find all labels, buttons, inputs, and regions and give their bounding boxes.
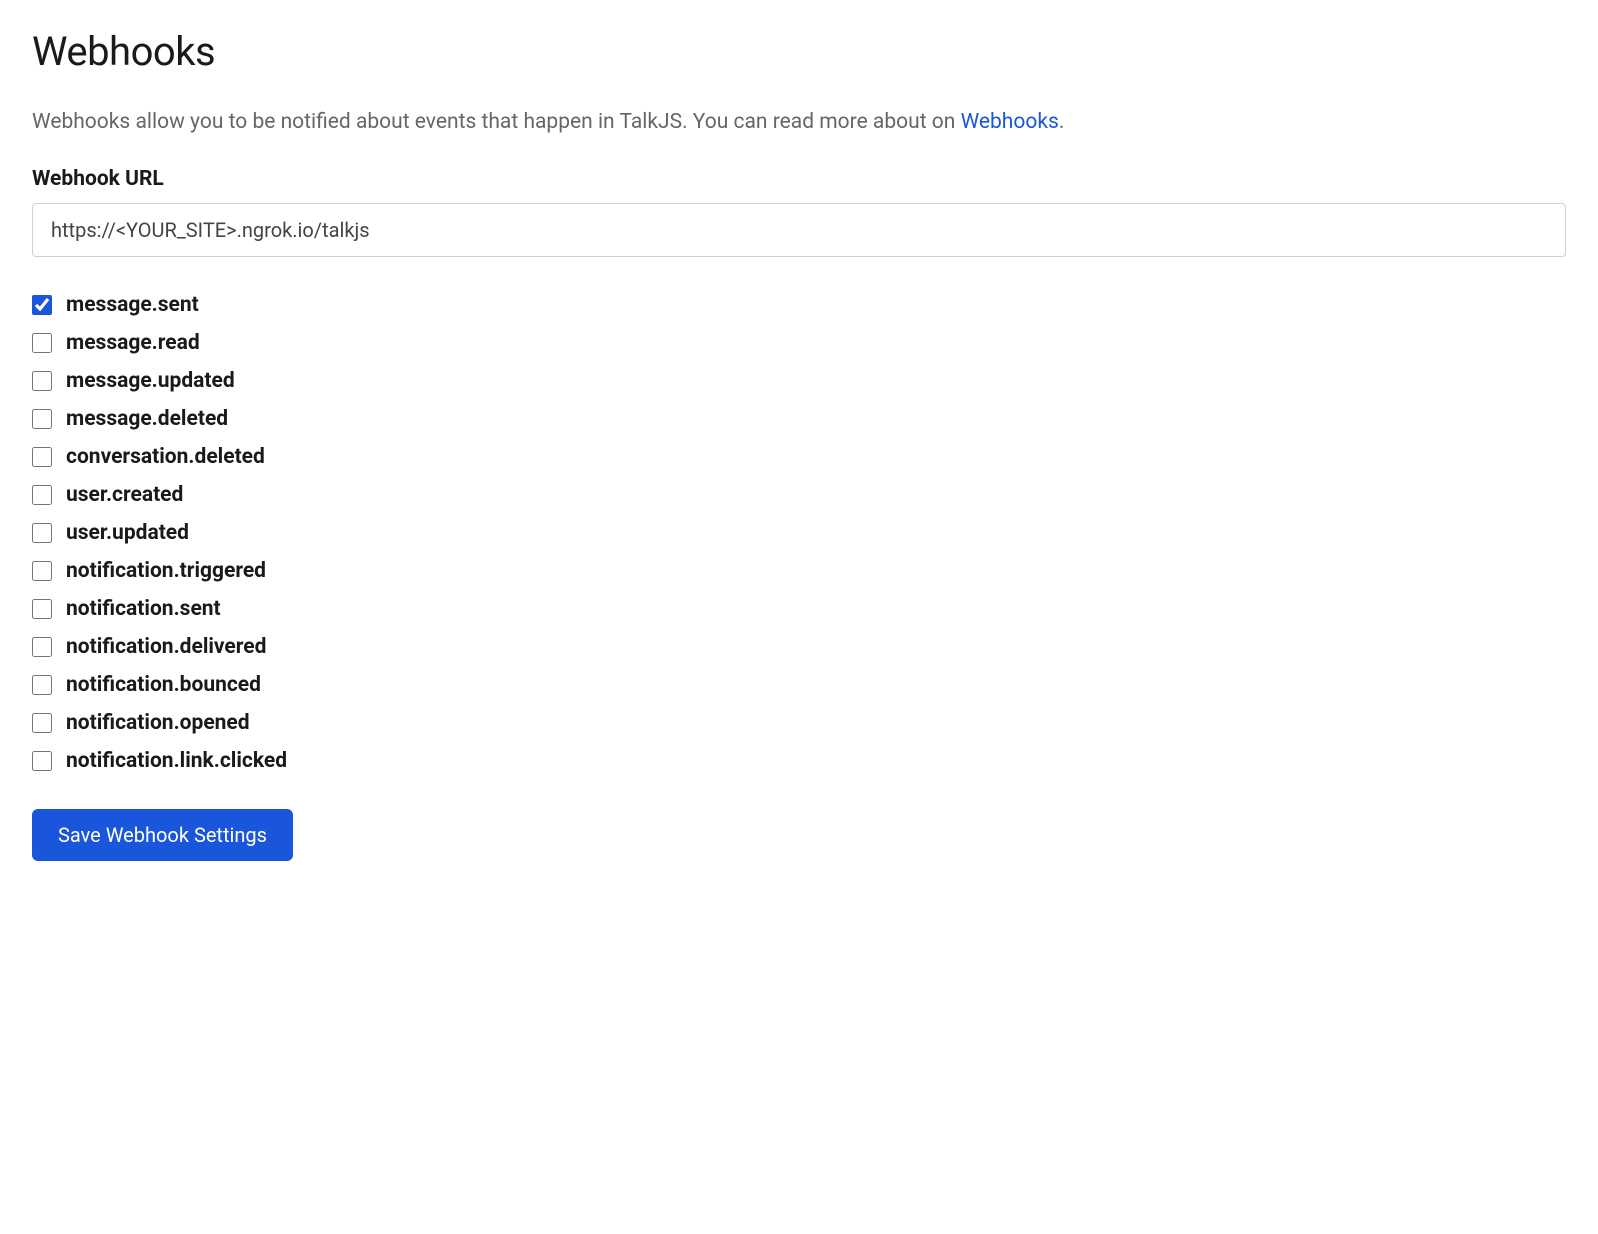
event-row: user.updated <box>32 521 1566 545</box>
event-checkbox-notification-bounced[interactable] <box>32 675 52 695</box>
event-row: notification.triggered <box>32 559 1566 583</box>
event-checkbox-notification-triggered[interactable] <box>32 561 52 581</box>
event-checkbox-message-updated[interactable] <box>32 371 52 391</box>
event-label[interactable]: message.sent <box>66 293 199 317</box>
event-label[interactable]: message.deleted <box>66 407 228 431</box>
event-row: notification.link.clicked <box>32 749 1566 773</box>
event-label[interactable]: user.created <box>66 483 183 507</box>
webhook-url-input[interactable] <box>32 203 1566 257</box>
event-row: notification.delivered <box>32 635 1566 659</box>
page-description: Webhooks allow you to be notified about … <box>32 107 1566 139</box>
event-checkbox-user-created[interactable] <box>32 485 52 505</box>
event-label[interactable]: notification.link.clicked <box>66 749 287 773</box>
event-checkbox-message-sent[interactable] <box>32 295 52 315</box>
event-label[interactable]: notification.triggered <box>66 559 266 583</box>
event-checkbox-notification-opened[interactable] <box>32 713 52 733</box>
event-row: notification.opened <box>32 711 1566 735</box>
event-checkbox-notification-delivered[interactable] <box>32 637 52 657</box>
event-label[interactable]: notification.delivered <box>66 635 266 659</box>
description-prefix: Webhooks allow you to be notified about … <box>32 110 961 134</box>
event-checkbox-notification-link-clicked[interactable] <box>32 751 52 771</box>
event-label[interactable]: notification.opened <box>66 711 250 735</box>
event-row: message.deleted <box>32 407 1566 431</box>
event-label[interactable]: conversation.deleted <box>66 445 265 469</box>
event-row: message.sent <box>32 293 1566 317</box>
event-row: message.read <box>32 331 1566 355</box>
event-checkbox-message-read[interactable] <box>32 333 52 353</box>
save-webhook-settings-button[interactable]: Save Webhook Settings <box>32 809 293 861</box>
event-checkbox-message-deleted[interactable] <box>32 409 52 429</box>
event-checkbox-user-updated[interactable] <box>32 523 52 543</box>
description-suffix: . <box>1059 110 1065 134</box>
event-checkbox-conversation-deleted[interactable] <box>32 447 52 467</box>
page-title: Webhooks <box>32 28 1566 75</box>
webhook-url-label: Webhook URL <box>32 167 1566 191</box>
event-label[interactable]: notification.sent <box>66 597 221 621</box>
event-row: conversation.deleted <box>32 445 1566 469</box>
event-row: message.updated <box>32 369 1566 393</box>
event-row: notification.sent <box>32 597 1566 621</box>
webhook-events-list: message.sent message.read message.updated m… <box>32 293 1566 773</box>
event-label[interactable]: user.updated <box>66 521 189 545</box>
event-checkbox-notification-sent[interactable] <box>32 599 52 619</box>
event-label[interactable]: notification.bounced <box>66 673 261 697</box>
event-label[interactable]: message.updated <box>66 369 235 393</box>
event-row: notification.bounced <box>32 673 1566 697</box>
event-label[interactable]: message.read <box>66 331 200 355</box>
webhooks-docs-link[interactable]: Webhooks <box>961 110 1059 134</box>
event-row: user.created <box>32 483 1566 507</box>
